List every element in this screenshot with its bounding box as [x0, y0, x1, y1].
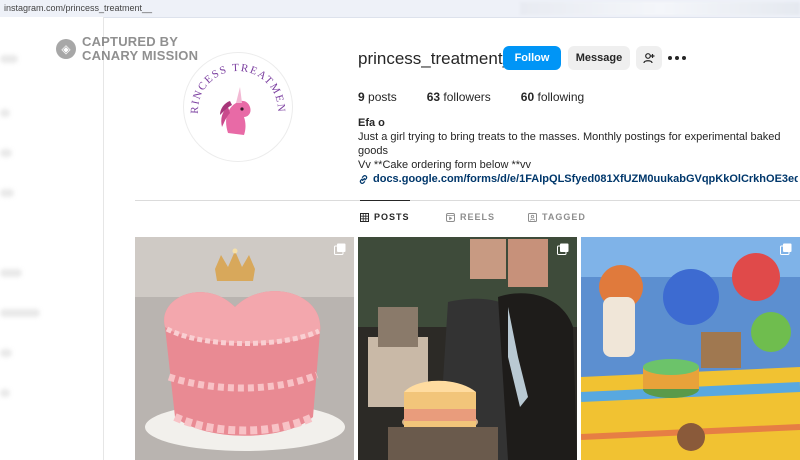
tab-reels[interactable]: REELS	[446, 201, 495, 233]
add-user-icon	[643, 53, 655, 64]
carousel-icon	[780, 243, 792, 255]
more-options-icon[interactable]	[668, 51, 686, 65]
profile-bio: Efa o Just a girl trying to bring treats…	[358, 116, 798, 186]
sidebar-item[interactable]	[0, 109, 10, 117]
following-stat[interactable]: 60 following	[521, 90, 584, 104]
profile-stats: 9 posts 63 followers 60 following	[358, 90, 614, 104]
tab-tagged[interactable]: TAGGED	[528, 201, 586, 233]
posts-stat: 9 posts	[358, 90, 397, 104]
followers-stat[interactable]: 63 followers	[427, 90, 491, 104]
sidebar	[0, 17, 104, 460]
message-button[interactable]: Message	[568, 46, 630, 70]
watermark-line2: CANARY MISSION	[82, 48, 199, 63]
avatar[interactable]: PRINCESS TREATMENT	[183, 52, 293, 162]
bio-link-text[interactable]: docs.google.com/forms/d/e/1FAIpQLSfyed08…	[373, 172, 798, 186]
url-text[interactable]: instagram.com/princess_treatment__	[4, 3, 152, 13]
party-cake-photo	[581, 237, 800, 460]
bio-link[interactable]: docs.google.com/forms/d/e/1FAIpQLSfyed08…	[358, 172, 798, 186]
sidebar-item[interactable]	[0, 309, 40, 317]
sidebar-item[interactable]	[0, 349, 12, 357]
sidebar-item[interactable]	[0, 269, 22, 277]
carousel-icon	[557, 243, 569, 255]
tagged-icon	[528, 212, 537, 222]
suggest-user-button[interactable]	[636, 46, 662, 70]
post-thumbnail[interactable]	[581, 237, 800, 460]
bio-line2: Vv **Cake ordering form below **vv	[358, 159, 532, 171]
canary-logo-icon: ◈	[56, 39, 76, 59]
post-thumbnail[interactable]	[358, 237, 577, 460]
browser-url-bar[interactable]: instagram.com/princess_treatment__	[0, 0, 800, 18]
tab-posts-label: POSTS	[374, 212, 410, 222]
cake-photo	[135, 237, 354, 460]
watermark: ◈ CAPTURED BY CANARY MISSION	[56, 35, 198, 63]
browser-toolbar-blurred	[520, 2, 800, 15]
profile-username: princess_treatment__	[358, 49, 522, 68]
tab-tagged-label: TAGGED	[542, 212, 586, 222]
tab-reels-label: REELS	[460, 212, 496, 222]
follow-button[interactable]: Follow	[503, 46, 561, 70]
profile-name: Efa o	[358, 117, 385, 129]
reels-icon	[446, 212, 455, 222]
grid-icon	[360, 212, 369, 222]
bio-line1: Just a girl trying to bring treats to th…	[358, 131, 781, 157]
sidebar-item[interactable]	[0, 149, 12, 157]
tab-posts[interactable]: POSTS	[360, 200, 410, 233]
watermark-line1: CAPTURED BY	[82, 34, 179, 49]
carousel-icon	[334, 243, 346, 255]
sidebar-item[interactable]	[0, 189, 14, 197]
post-thumbnail[interactable]	[135, 237, 354, 460]
couple-cake-photo	[358, 237, 577, 460]
link-icon	[359, 174, 368, 184]
sidebar-item[interactable]	[0, 55, 18, 63]
profile-tabs: POSTS REELS TAGGED	[135, 200, 800, 233]
sidebar-item[interactable]	[0, 389, 10, 397]
